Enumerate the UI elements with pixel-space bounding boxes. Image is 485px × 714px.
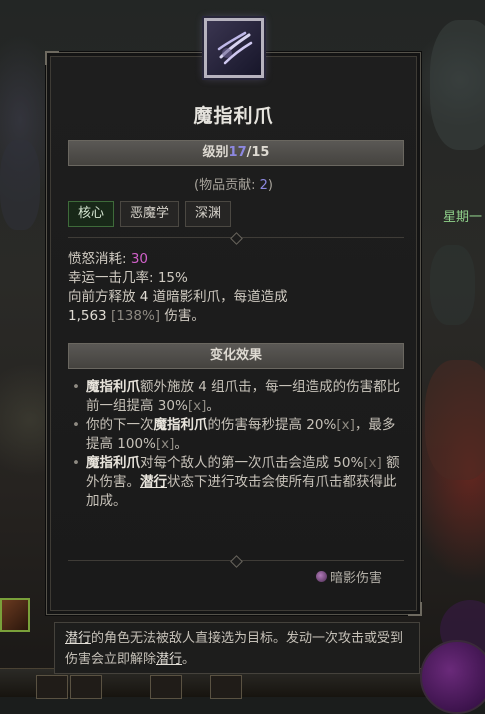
footnote-text: 。 <box>182 652 196 667</box>
resource-orb <box>420 640 485 714</box>
section-divider <box>68 555 404 568</box>
modifier-item: 魔指利爪对每个敌人的第一次爪击会造成 50%[x] 额外伤害。潜行状态下进行攻击… <box>72 454 408 511</box>
weekday-label: 星期一 <box>443 210 483 225</box>
modifier-text: 你的下一次 <box>86 417 154 433</box>
item-contribution: (物品贡献: 2) <box>46 174 421 193</box>
rank-max: 15 <box>251 145 270 160</box>
damage-type-label: 暗影伤害 <box>330 571 383 586</box>
skill-tags: 核心 恶魔学 深渊 <box>68 201 232 227</box>
modifier-list: 魔指利爪额外施放 4 组爪击，每一组造成的伤害都比前一组提高 30%[x]。 你… <box>72 378 408 511</box>
multiplier-tag: [x] <box>155 436 175 452</box>
background-rock <box>0 140 40 230</box>
modifier-item: 魔指利爪额外施放 4 组爪击，每一组造成的伤害都比前一组提高 30%[x]。 <box>72 378 408 416</box>
skill-description-line: 向前方释放 4 道暗影利爪，每道造成 <box>68 288 408 307</box>
skill-rank-bar: 级别17/15 <box>68 140 404 166</box>
skill-keyword: 魔指利爪 <box>153 417 208 433</box>
footnote-text: 的角色无法被敌人直接选为目标。发动一次攻击或受到伤害会立即解除 <box>65 631 404 667</box>
fury-cost-line: 愤怒消耗: 30 <box>68 250 408 269</box>
modifier-text: 。 <box>206 398 220 414</box>
modifier-item: 你的下一次魔指利爪的伤害每秒提高 20%[x]，最多提高 100%[x]。 <box>72 416 408 454</box>
multiplier-tag: [x] <box>336 417 355 433</box>
multiplier-tag: [x] <box>363 455 382 471</box>
contribution-prefix: (物品贡献: <box>194 178 260 193</box>
fury-cost-label: 愤怒消耗: <box>68 251 131 267</box>
rank-current: 17 <box>228 145 247 160</box>
stealth-keyword-link[interactable]: 潜行 <box>65 631 91 646</box>
fury-cost-value: 30 <box>130 251 149 267</box>
skill-description-line: 1,563 [138%] 伤害。 <box>68 307 408 326</box>
shadow-damage-icon <box>316 571 327 582</box>
stealth-keyword-link[interactable]: 潜行 <box>156 652 182 667</box>
modifier-header: 变化效果 <box>68 343 404 369</box>
keyword-footnote: 潜行的角色无法被敌人直接选为目标。发动一次攻击或受到伤害会立即解除潜行。 <box>54 622 420 674</box>
background-lava-rock <box>425 360 485 480</box>
action-slot[interactable] <box>150 675 182 699</box>
action-slot[interactable] <box>210 675 242 699</box>
tag-core: 核心 <box>68 201 115 227</box>
action-slot[interactable] <box>36 675 68 699</box>
background-figure <box>430 245 475 325</box>
desc-text: 道暗影利爪，每道造成 <box>148 289 288 305</box>
modifier-text: 对每个敌人的第一次爪击会造成 50% <box>140 455 364 471</box>
contribution-suffix: ) <box>267 178 273 193</box>
tag-abyss: 深渊 <box>185 201 232 227</box>
skill-tooltip <box>45 51 422 616</box>
modifier-text: 的伤害每秒提高 20% <box>207 417 337 433</box>
action-slot[interactable] <box>70 675 102 699</box>
multiplier-tag: [x] <box>187 398 207 414</box>
background-rock <box>430 20 485 150</box>
desc-text: 伤害。 <box>160 308 205 324</box>
tag-demonology: 恶魔学 <box>120 201 180 227</box>
skill-title: 魔指利爪 <box>193 105 274 127</box>
modifier-text: 。 <box>174 436 188 452</box>
damage-value: 1,563 <box>68 308 107 324</box>
section-divider <box>68 232 404 245</box>
skill-stats: 愤怒消耗: 30 幸运一击几率: 15% 向前方释放 4 道暗影利爪，每道造成 … <box>68 250 408 326</box>
skill-keyword: 魔指利爪 <box>86 379 140 395</box>
rank-prefix: 级别 <box>202 145 229 160</box>
skill-keyword: 魔指利爪 <box>86 455 140 471</box>
desc-text: 向前方释放 <box>68 289 140 305</box>
skill-slot-icon[interactable] <box>0 598 30 632</box>
damage-percent: [138%] <box>106 308 161 324</box>
stealth-keyword-link[interactable]: 潜行 <box>140 474 167 490</box>
shadow-claw-icon <box>204 18 264 78</box>
lucky-hit-line: 幸运一击几率: 15% <box>68 270 188 286</box>
damage-type: 暗影伤害 <box>316 567 382 586</box>
contribution-value: 2 <box>259 178 268 193</box>
